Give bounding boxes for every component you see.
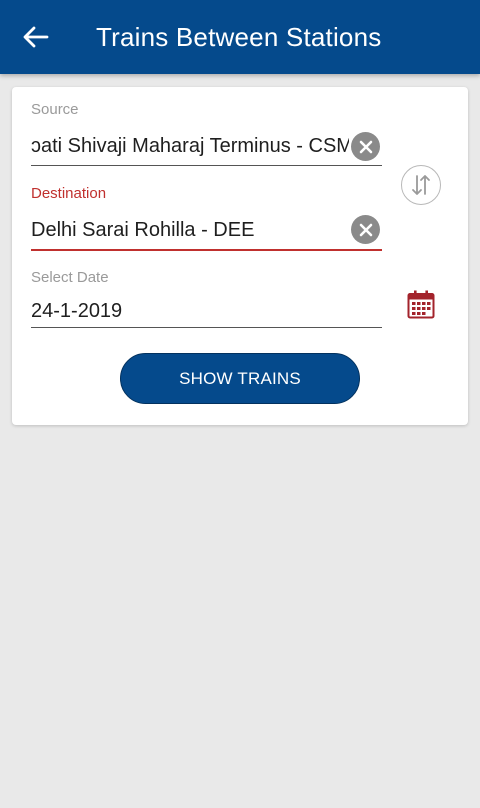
source-input[interactable]: ɔati Shivaji Maharaj Terminus - CSMT [31,135,349,158]
page-title: Trains Between Stations [96,22,382,52]
destination-underline [31,249,382,251]
date-label: Select Date [31,269,109,286]
show-trains-button[interactable]: SHOW TRAINS [120,353,360,404]
swap-stations-button[interactable] [401,165,441,205]
source-clear-button[interactable] [351,132,380,161]
app-bar: Trains Between Stations [0,0,480,74]
calendar-button[interactable] [406,289,436,319]
source-underline [31,165,382,166]
back-button[interactable] [14,17,58,57]
destination-label: Destination [31,185,107,202]
search-form-card: Source ɔati Shivaji Maharaj Terminus - C… [12,87,468,425]
destination-input[interactable]: Delhi Sarai Rohilla - DEE [31,219,349,242]
calendar-icon [407,290,435,318]
source-label: Source [31,101,79,118]
date-input[interactable]: 24-1-2019 [31,300,349,323]
swap-vertical-icon [412,175,430,195]
arrow-left-icon [23,26,49,48]
date-underline [31,327,382,328]
clear-circle-icon [359,140,372,153]
destination-clear-button[interactable] [351,215,380,244]
clear-circle-icon [359,223,372,236]
